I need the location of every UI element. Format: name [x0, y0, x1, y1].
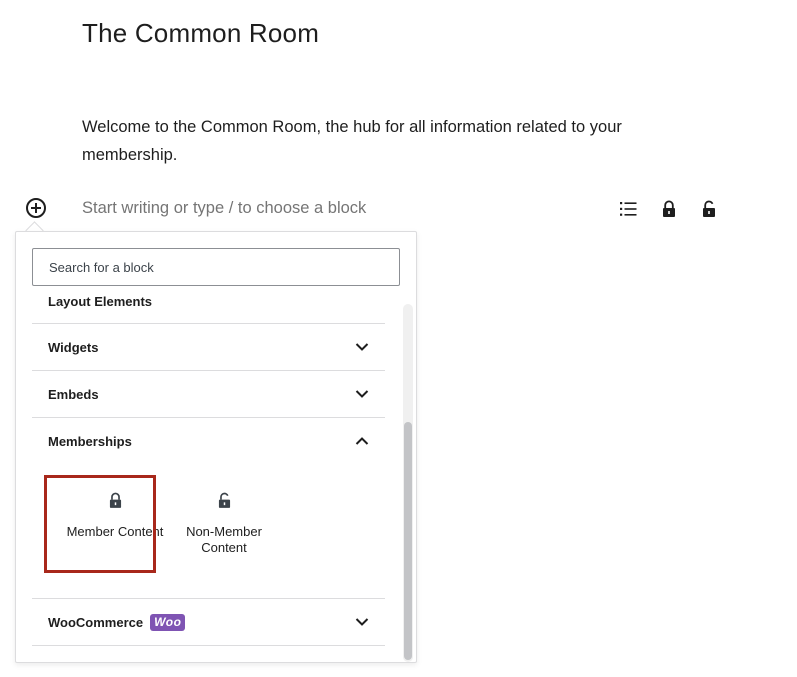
category-embeds[interactable]: Embeds [32, 370, 385, 417]
block-search-input[interactable] [32, 248, 400, 286]
block-member-content[interactable]: Member Content [60, 478, 170, 574]
lock-icon[interactable] [662, 200, 676, 223]
add-block-button[interactable] [26, 198, 46, 218]
plus-icon [31, 203, 41, 213]
category-label: Embeds [48, 386, 99, 402]
category-label: Memberships [48, 433, 132, 449]
list-divider [32, 645, 385, 646]
chevron-down-icon [355, 343, 369, 351]
block-label: Member Content [66, 524, 164, 539]
category-woocommerce[interactable]: WooCommerce Woo [32, 598, 385, 645]
scrollbar-thumb[interactable] [404, 422, 412, 660]
block-placeholder[interactable]: Start writing or type / to choose a bloc… [82, 199, 366, 218]
chevron-up-icon [355, 437, 369, 445]
category-label-wrap: WooCommerce Woo [48, 613, 186, 631]
category-label: WooCommerce [48, 614, 144, 630]
category-layout-elements[interactable]: Layout Elements [48, 294, 152, 309]
category-widgets[interactable]: Widgets [32, 323, 385, 370]
category-label: Widgets [48, 339, 99, 355]
block-non-member-content[interactable]: Non-Member Content [169, 478, 279, 574]
post-title[interactable]: The Common Room [82, 18, 319, 49]
intro-paragraph[interactable]: Welcome to the Common Room, the hub for … [82, 113, 662, 169]
category-memberships[interactable]: Memberships [32, 417, 385, 464]
block-label: Non-Member Content [186, 524, 262, 555]
unlock-icon[interactable] [702, 200, 716, 223]
chevron-down-icon [355, 618, 369, 626]
block-inserter-panel: Layout Elements Widgets Embeds Membershi… [15, 231, 417, 663]
unlock-icon [218, 492, 231, 512]
lock-icon [109, 492, 122, 512]
list-icon[interactable] [619, 200, 639, 223]
chevron-down-icon [355, 390, 369, 398]
woo-logo-icon: Woo [150, 613, 186, 631]
